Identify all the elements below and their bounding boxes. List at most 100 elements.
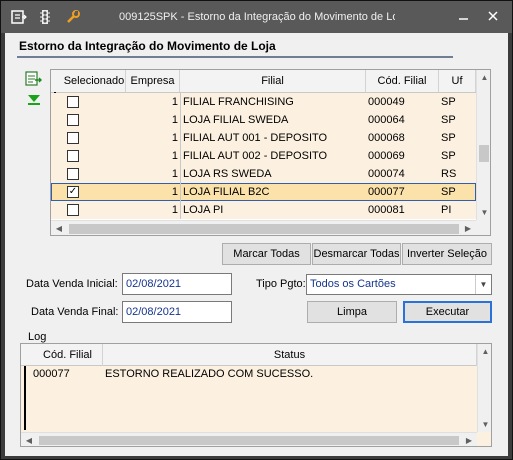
cod-filial-cell: 000069 (368, 150, 405, 162)
scroll-up-icon[interactable]: ▲ (477, 70, 490, 85)
cod-filial-cell: 000081 (368, 204, 405, 216)
filial-cell: LOJA FILIAL B2C (180, 183, 366, 201)
scroll-left-icon[interactable]: ◀ (21, 433, 37, 446)
scroll-left-icon[interactable]: ◀ (51, 221, 67, 235)
tipo-pgto-select[interactable]: Todos os Cartões ▼ (306, 274, 492, 295)
tipo-pgto-label: Tipo Pgto: (256, 278, 306, 290)
filial-cell: LOJA PI (180, 201, 366, 219)
table-row[interactable]: 1 LOJA RS SWEDA 000074 RS (51, 165, 476, 183)
desmarcar-todas-button[interactable]: Desmarcar Todas (312, 243, 401, 265)
scroll-down-icon[interactable]: ▼ (477, 205, 490, 220)
cod-filial-cell: 000064 (368, 114, 405, 126)
log-status-cell: ESTORNO REALIZADO COM SUCESSO. (105, 368, 314, 380)
scroll-right-icon[interactable]: ▶ (461, 433, 477, 446)
table-row[interactable]: 1 LOJA PI 000081 PI (51, 201, 476, 219)
grid-body: 1 FILIAL FRANCHISING 000049 SP 1 LOJA FILIAL … (51, 93, 476, 219)
filial-cell: FILIAL AUT 002 - DEPOSITO (180, 147, 366, 165)
uf-cell: SP (441, 132, 456, 144)
data-venda-final-field[interactable]: 02/08/2021 (122, 301, 232, 323)
log-label: Log (28, 331, 47, 343)
empresa-cell: 1 (171, 96, 178, 108)
scroll-thumb[interactable] (479, 145, 489, 162)
scrollbar-corner (476, 220, 490, 235)
uf-cell: SP (441, 150, 456, 162)
executar-button[interactable]: Executar (403, 301, 492, 323)
log-header: Cód. Filial Status (21, 344, 477, 366)
uf-cell: RS (441, 168, 457, 180)
log-horizontal-scrollbar[interactable]: ◀ ▶ (21, 432, 477, 446)
empresa-cell: 1 (171, 114, 178, 126)
table-row[interactable]: 1 FILIAL FRANCHISING 000049 SP (51, 93, 476, 111)
column-header-selecionado[interactable]: Selecionado (63, 70, 126, 92)
page-title: Estorno da Integração do Movimento de Lo… (19, 39, 276, 53)
table-row[interactable]: 1 FILIAL AUT 001 - DEPOSITO 000068 SP (51, 129, 476, 147)
select-checkbox[interactable] (67, 132, 79, 144)
window-menu-icon[interactable] (11, 9, 27, 25)
cod-filial-cell: 000077 (368, 186, 405, 198)
client-area: Estorno da Integração do Movimento de Lo… (5, 33, 508, 456)
wrench-icon[interactable] (65, 9, 81, 25)
table-row[interactable]: 1 LOJA FILIAL SWEDA 000064 SP (51, 111, 476, 129)
column-header-cod-filial[interactable]: Cód. Filial (366, 70, 439, 92)
filial-cell: FILIAL AUT 001 - DEPOSITO (180, 129, 366, 147)
main-window: 009125SPK - Estorno da Integração do Mov… (0, 0, 513, 460)
log-grid[interactable]: Cód. Filial Status 000077 ESTORNO REALIZA… (20, 343, 492, 447)
column-header-log-cod-filial[interactable]: Cód. Filial (33, 344, 103, 366)
data-venda-inicial-label: Data Venda Inicial: (26, 278, 118, 290)
marcar-todas-button[interactable]: Marcar Todas (222, 243, 311, 265)
uf-cell: SP (441, 96, 456, 108)
scroll-down-icon[interactable]: ▼ (478, 417, 491, 432)
inverter-selecao-button[interactable]: Inverter Seleção (402, 243, 492, 265)
log-cod-filial-cell: 000077 (33, 368, 70, 380)
limpa-button[interactable]: Limpa (307, 301, 397, 323)
close-icon[interactable] (486, 9, 500, 23)
tipo-pgto-value: Todos os Cartões (310, 278, 396, 290)
empresa-cell: 1 (171, 132, 178, 144)
export-icon[interactable] (25, 71, 43, 87)
minimize-icon[interactable] (457, 9, 471, 23)
select-checkbox[interactable] (67, 150, 79, 162)
empresa-cell: 1 (171, 150, 178, 162)
chevron-down-icon[interactable]: ▼ (475, 275, 491, 294)
cod-filial-cell: 000068 (368, 132, 405, 144)
cod-filial-cell: 000049 (368, 96, 405, 108)
column-header-filial[interactable]: Filial (180, 70, 366, 92)
header-divider (17, 56, 453, 58)
data-venda-final-label: Data Venda Final: (31, 306, 119, 318)
log-row[interactable]: 000077 ESTORNO REALIZADO COM SUCESSO. (21, 366, 477, 382)
column-header-empresa[interactable]: Empresa (126, 70, 180, 92)
filial-cell: FILIAL FRANCHISING (180, 93, 366, 111)
filial-cell: LOJA RS SWEDA (180, 165, 366, 183)
grid-header: Selecionado Empresa Filial Cód. Filial U… (51, 70, 476, 93)
filial-grid[interactable]: Selecionado Empresa Filial Cód. Filial U… (50, 69, 491, 236)
traffic-light-icon[interactable] (37, 9, 53, 25)
filial-cell: LOJA FILIAL SWEDA (180, 111, 366, 129)
select-checkbox[interactable] (67, 96, 79, 108)
scroll-up-icon[interactable]: ▲ (478, 344, 491, 359)
title-bar: 009125SPK - Estorno da Integração do Mov… (1, 1, 512, 33)
uf-cell: PI (441, 204, 452, 216)
table-row[interactable]: 1 FILIAL AUT 002 - DEPOSITO 000069 SP (51, 147, 476, 165)
scroll-thumb[interactable] (39, 436, 459, 445)
select-checkbox[interactable] (67, 204, 79, 216)
uf-cell: SP (441, 114, 456, 126)
empresa-cell: 1 (171, 204, 178, 216)
window-title: 009125SPK - Estorno da Integração do Mov… (119, 11, 395, 23)
select-checkbox[interactable] (67, 114, 79, 126)
scroll-thumb[interactable] (69, 224, 459, 234)
column-header-uf[interactable]: Uf (439, 70, 476, 92)
table-row[interactable]: ✓ 1 LOJA FILIAL B2C 000077 SP (51, 183, 476, 201)
select-checkbox[interactable] (67, 168, 79, 180)
log-vertical-scrollbar[interactable]: ▲ ▼ (477, 344, 491, 432)
scroll-right-icon[interactable]: ▶ (460, 221, 476, 235)
data-venda-inicial-field[interactable]: 02/08/2021 (122, 273, 232, 295)
empresa-cell: 1 (171, 168, 178, 180)
column-header-status[interactable]: Status (103, 344, 477, 366)
select-checkbox[interactable]: ✓ (67, 186, 79, 198)
cod-filial-cell: 000074 (368, 168, 405, 180)
grid-vertical-scrollbar[interactable]: ▲ ▼ (476, 70, 490, 220)
filter-down-icon[interactable] (25, 91, 43, 107)
uf-cell: SP (441, 186, 456, 198)
empresa-cell: 1 (171, 186, 178, 198)
grid-horizontal-scrollbar[interactable]: ◀ ▶ (51, 220, 476, 235)
